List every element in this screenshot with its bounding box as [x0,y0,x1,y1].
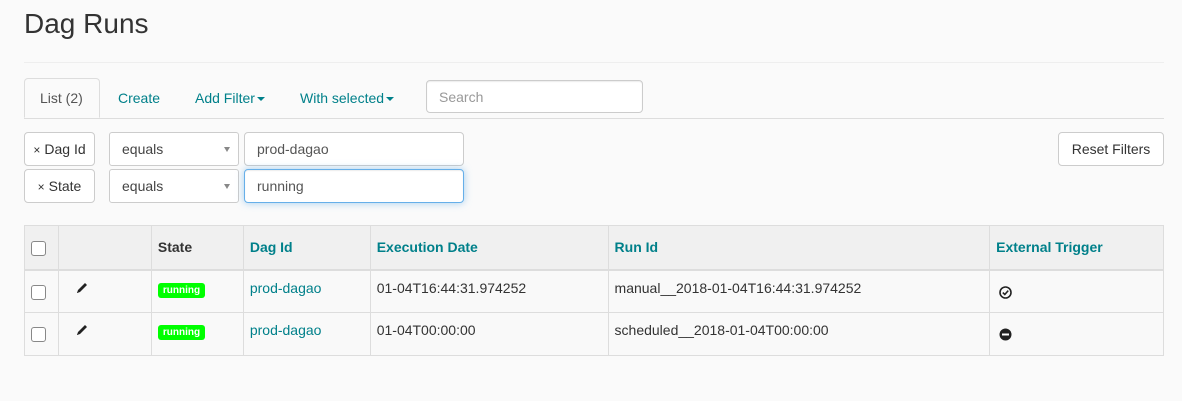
dag-id-cell: prod-dagao [242,312,371,356]
remove-filter-dag-id-button[interactable]: × Dag Id [24,132,95,166]
select-all-checkbox[interactable] [31,240,46,256]
reset-filters-button[interactable]: Reset Filters [1058,132,1164,166]
state-cell: running [150,269,244,313]
filter-value-input[interactable] [244,132,464,166]
tab-add-filter[interactable]: Add Filter [195,78,265,118]
select-all-cell [24,225,59,271]
row-checkbox[interactable] [31,284,46,300]
divider [24,62,1164,63]
state-badge: running [157,282,206,298]
page-title: Dag Runs [24,8,149,39]
tab-with-selected[interactable]: With selected [300,78,395,118]
filter-value-input[interactable] [244,169,464,203]
column-header-state: State [150,225,244,271]
table-header-row: State Dag Id Execution Date Run Id Exter… [24,225,1164,271]
external-trigger-cell [989,269,1164,313]
dag-id-cell: prod-dagao [242,269,371,313]
page: Dag Runs List (2) Create Add Filter With… [0,0,1182,401]
state-badge: running [157,325,206,340]
state-cell: running [150,312,244,356]
run-id-cell: scheduled__2018-01-04T00:00:00 [607,312,991,356]
caret-down-icon [386,97,395,102]
filter-operator-value: equals [122,141,164,157]
column-header-execution-date[interactable]: Execution Date [369,225,609,271]
actions-header [57,225,152,271]
column-header-external-trigger[interactable]: External Trigger [989,225,1164,271]
tab-with-selected-label: With selected [300,90,385,106]
search-input[interactable] [426,80,643,113]
dropdown-arrow-icon [224,147,230,152]
dropdown-arrow-icon [224,184,230,189]
tab-create[interactable]: Create [118,78,160,118]
column-header-run-id[interactable]: Run Id [607,225,991,271]
table-row: running prod-dagao 01-04T00:00:00 schedu… [24,312,1164,356]
table-row: running prod-dagao 01-04T16:44:31.974252… [24,269,1164,313]
external-trigger-cell [989,312,1164,356]
remove-filter-state-button[interactable]: × State [24,169,95,203]
caret-down-icon [256,97,265,102]
filter-operator-value: equals [122,178,164,194]
filter-operator-select[interactable]: equals [109,132,239,166]
run-id-cell: manual__2018-01-04T16:44:31.974252 [607,269,991,313]
execution-date-cell: 01-04T16:44:31.974252 [369,269,609,313]
row-select-cell [24,269,59,313]
pencil-icon[interactable] [75,281,89,298]
dag-id-link[interactable]: prod-dagao [250,322,322,338]
filter-field-label: Dag Id [44,141,86,157]
close-icon: × [37,180,45,194]
pencil-icon[interactable] [75,323,89,340]
filter-field-label: State [48,178,82,194]
tab-add-filter-label: Add Filter [195,90,255,106]
row-checkbox[interactable] [31,327,46,342]
filter-operator-select[interactable]: equals [109,169,239,203]
dag-id-link[interactable]: prod-dagao [250,280,322,296]
dag-runs-table: State Dag Id Execution Date Run Id Exter… [24,225,1164,356]
row-actions-cell [57,269,152,313]
row-actions-cell [57,312,152,356]
column-header-dag-id[interactable]: Dag Id [242,225,371,271]
check-circle-icon [999,285,1012,302]
close-icon: × [33,143,41,157]
execution-date-cell: 01-04T00:00:00 [369,312,609,356]
tab-list[interactable]: List (2) [24,78,100,118]
minus-circle-icon [999,328,1012,344]
row-select-cell [24,312,59,356]
